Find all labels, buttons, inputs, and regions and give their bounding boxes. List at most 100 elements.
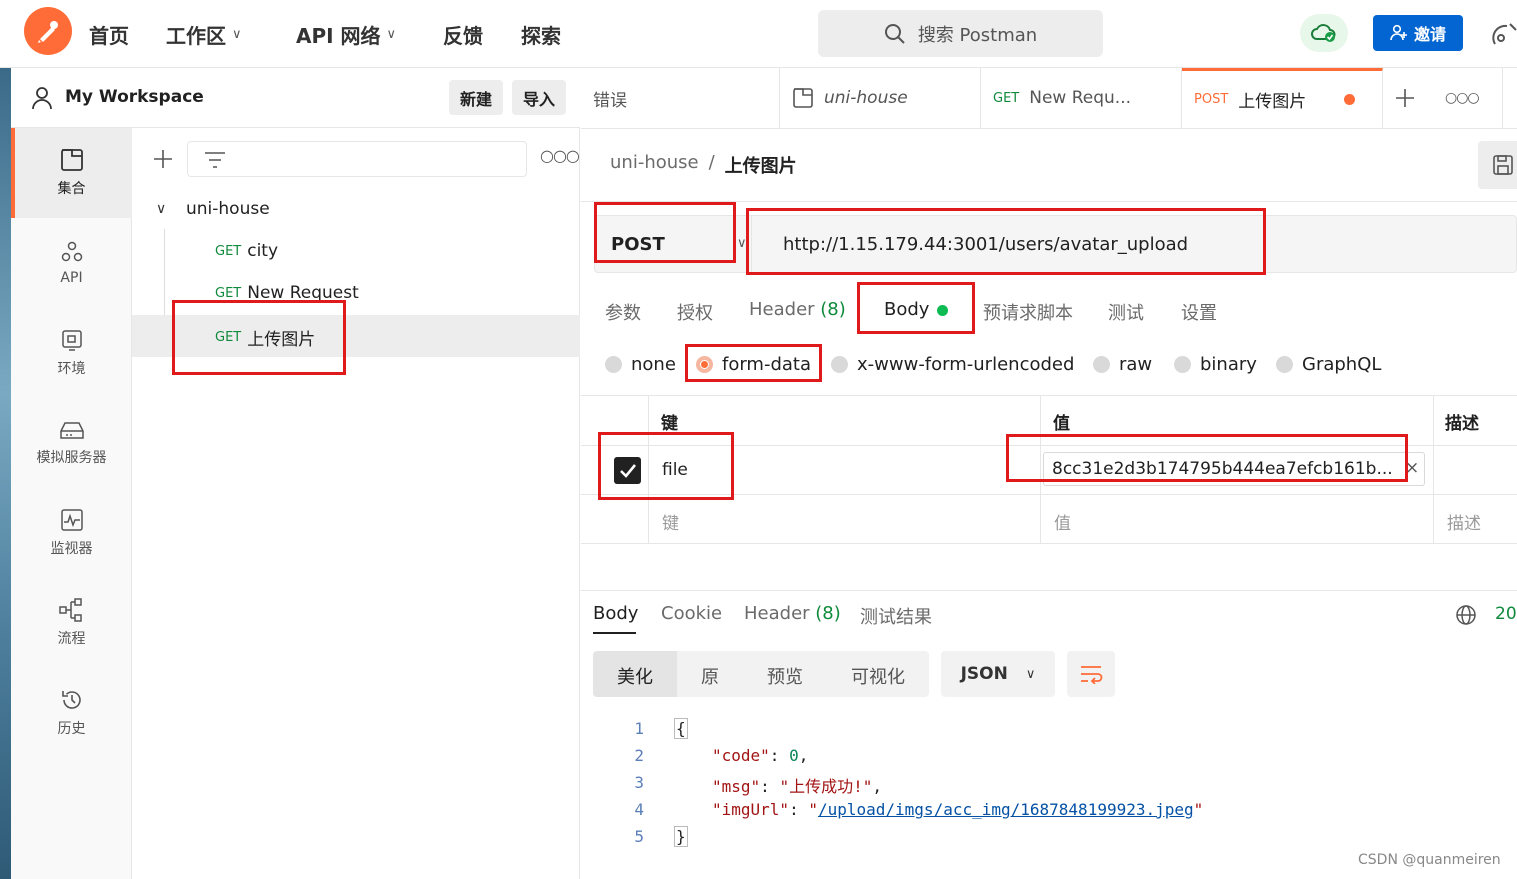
tab-upload-image[interactable]: POST 上传图片 [1182, 68, 1383, 128]
method-badge: GET [993, 90, 1020, 106]
tab-label: uni-house [824, 88, 908, 108]
code-line: { [674, 718, 688, 739]
response-tab-test-results[interactable]: 测试结果 [860, 603, 932, 629]
history-icon [61, 691, 81, 709]
sidebar-item-environment[interactable]: 环境 [11, 308, 132, 398]
response-status-code[interactable]: 20 [1495, 604, 1517, 624]
chevron-down-icon: ∨ [156, 201, 167, 217]
nav-workspace[interactable]: 工作区 ∨ [166, 20, 242, 49]
sidebar-item-label: 环境 [57, 361, 86, 377]
view-mode-raw[interactable]: 原 [701, 663, 719, 689]
response-divider [581, 590, 1517, 591]
table-row-empty [581, 495, 1517, 544]
globe-icon[interactable] [1455, 604, 1477, 626]
column-value: 值 [1053, 414, 1070, 434]
nav-explore[interactable]: 探索 [521, 20, 561, 49]
search-bar[interactable]: 搜索 Postman [818, 10, 1103, 57]
radio-label: raw [1119, 354, 1153, 375]
subtab-settings[interactable]: 设置 [1181, 299, 1217, 325]
body-type-raw[interactable]: raw [1093, 354, 1152, 375]
subtab-headers[interactable]: Header (8) [749, 299, 846, 320]
annotation-box-method [594, 202, 736, 263]
tab-new-request[interactable]: GET New Requ... [981, 68, 1182, 128]
sync-status-icon[interactable] [1300, 14, 1348, 52]
chevron-down-icon: ∨ [1025, 666, 1036, 682]
collection-name: uni-house [186, 199, 270, 219]
subtab-tests[interactable]: 测试 [1108, 299, 1144, 325]
new-description-input[interactable]: 描述 [1447, 509, 1481, 534]
breadcrumb-parent[interactable]: uni-house [610, 152, 699, 178]
tree-request-city[interactable]: GET city [215, 241, 278, 261]
active-tab-underline [593, 632, 636, 634]
sidebar-item-mock-server[interactable]: 模拟服务器 [11, 398, 132, 488]
method-badge: GET [215, 285, 242, 301]
new-tab-icon[interactable] [1395, 88, 1415, 108]
save-button[interactable] [1478, 141, 1517, 189]
response-tab-cookie[interactable]: Cookie [661, 603, 722, 624]
plus-icon[interactable] [153, 149, 173, 169]
body-type-graphql[interactable]: GraphQL [1276, 354, 1381, 375]
json-link-value[interactable]: /upload/imgs/acc_img/1687848199923.jpeg [818, 800, 1194, 819]
annotation-box-form-data [685, 344, 822, 382]
collection-uni-house[interactable]: ∨ uni-house [156, 199, 270, 219]
nav-api-network[interactable]: API 网络 ∨ [296, 20, 396, 49]
response-tab-headers[interactable]: Header (8) [744, 603, 841, 624]
request-name: city [247, 241, 279, 261]
subtab-params[interactable]: 参数 [605, 299, 641, 325]
subtab-prerequest[interactable]: 预请求脚本 [983, 299, 1073, 325]
postman-window: 首页 工作区 ∨ API 网络 ∨ 反馈 探索 搜索 Postman 邀请 My W… [0, 0, 1517, 879]
response-header-count: (8) [815, 603, 841, 624]
nav-home[interactable]: 首页 [89, 20, 129, 49]
code-line: "imgUrl": "/upload/imgs/acc_img/16878481… [712, 800, 1204, 819]
sidebar-item-history[interactable]: 历史 [11, 668, 132, 758]
line-number: 1 [634, 719, 644, 738]
watermark: CSDN @quanmeiren [1358, 852, 1501, 868]
format-label: JSON [960, 664, 1008, 684]
more-tabs-icon[interactable]: ○○○ [1445, 90, 1480, 106]
sidebar-item-api[interactable]: API [11, 218, 132, 308]
view-mode-pretty[interactable]: 美化 [617, 663, 653, 689]
desktop-edge [0, 68, 11, 879]
satellite-icon[interactable] [1490, 20, 1517, 48]
body-type-binary[interactable]: binary [1174, 354, 1257, 375]
code-line: "msg": "上传成功!", [712, 777, 882, 796]
new-value-input[interactable]: 值 [1054, 509, 1071, 534]
new-button[interactable]: 新建 [449, 80, 504, 115]
subtab-auth[interactable]: 授权 [677, 299, 713, 325]
radio-label: GraphQL [1302, 354, 1382, 375]
invite-button[interactable]: 邀请 [1373, 15, 1463, 51]
tab-error[interactable]: 错误 [581, 68, 780, 128]
radio-icon [1174, 356, 1191, 373]
more-options-icon[interactable]: ○○○ [540, 146, 580, 165]
annotation-box-url [746, 208, 1266, 275]
tab-uni-house[interactable]: uni-house [780, 68, 981, 128]
format-dropdown[interactable]: JSON ∨ [941, 651, 1055, 697]
wrap-lines-icon [1081, 666, 1103, 684]
user-icon [32, 87, 52, 110]
view-mode-visualize[interactable]: 可视化 [851, 663, 905, 689]
sidebar-icon-bar: 集合 API 环境 模拟服务器 监视器 流程 历史 [11, 128, 132, 879]
sidebar-item-monitor[interactable]: 监视器 [11, 488, 132, 578]
response-tab-body[interactable]: Body [593, 603, 638, 624]
filter-input[interactable] [187, 141, 527, 177]
new-key-input[interactable]: 键 [662, 509, 679, 534]
body-type-urlencoded[interactable]: x-www-form-urlencoded [831, 354, 1074, 375]
import-button[interactable]: 导入 [512, 80, 567, 115]
sidebar-item-collections[interactable]: 集合 [11, 128, 132, 218]
sidebar-item-flows[interactable]: 流程 [11, 578, 132, 668]
postman-logo-icon[interactable] [24, 7, 72, 55]
environment-icon [61, 330, 82, 351]
nav-feedback[interactable]: 反馈 [443, 20, 483, 49]
breadcrumb: uni-house / 上传图片 [610, 152, 797, 178]
wrap-lines-button[interactable] [1067, 651, 1115, 697]
response-tab-headers-label: Header [744, 603, 810, 624]
collection-tree: ○○○ ∨ uni-house GET city GET New Request… [132, 128, 580, 879]
json-key: "imgUrl" [712, 800, 790, 819]
view-mode-preview[interactable]: 预览 [767, 663, 803, 689]
breadcrumb-current[interactable]: 上传图片 [725, 152, 797, 178]
annotation-box-key [598, 432, 734, 500]
tab-actions: ○○○ [1383, 68, 1503, 128]
workspace-header: My Workspace 新建 导入 [11, 68, 580, 128]
body-type-none[interactable]: none [605, 354, 676, 375]
json-key: "msg" [712, 777, 761, 796]
